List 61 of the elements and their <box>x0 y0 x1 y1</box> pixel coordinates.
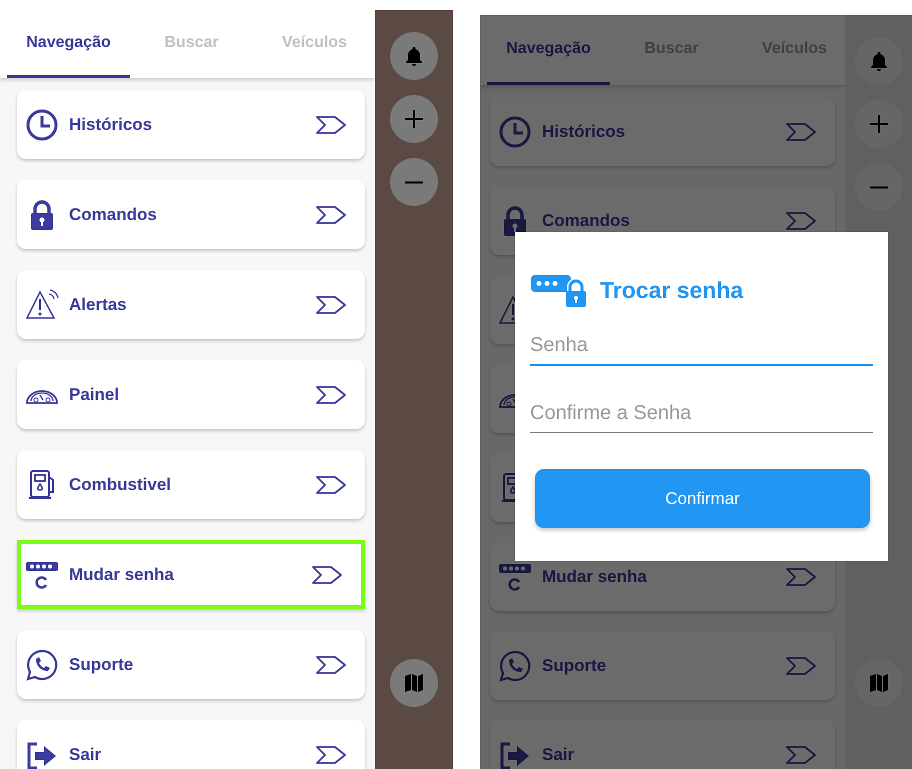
menu-item[interactable]: Históricos <box>490 97 835 166</box>
chevron-icon <box>315 474 347 494</box>
menu-label: Sair <box>542 744 576 766</box>
minus-icon <box>868 186 888 188</box>
password-field[interactable]: Senha <box>530 326 873 366</box>
map-type-button[interactable] <box>854 659 902 707</box>
chevron-icon <box>785 122 817 142</box>
menu-item[interactable]: Suporte <box>17 630 365 699</box>
tab[interactable]: Buscar <box>130 10 253 78</box>
menu-item[interactable]: Sair <box>490 720 835 769</box>
chevron-icon <box>315 654 347 674</box>
chevron-icon <box>315 294 347 314</box>
menu-item[interactable]: Sair <box>17 720 365 769</box>
notifications-button[interactable] <box>390 32 438 80</box>
menu-label: Alertas <box>69 294 128 316</box>
plus-icon <box>402 107 426 131</box>
confirm-button[interactable]: Confirmar <box>535 469 870 528</box>
chevron-icon <box>315 204 347 224</box>
chevron-icon <box>785 656 817 676</box>
password-field[interactable]: Confirme a Senha <box>530 394 873 433</box>
menu-label: Mudar senha <box>69 564 175 586</box>
menu-label: Mudar senha <box>542 566 648 588</box>
chevron-icon <box>315 114 347 134</box>
zoom-in-button[interactable] <box>854 100 902 148</box>
notifications-button[interactable] <box>854 37 902 85</box>
menu-item[interactable]: Mudar senha <box>17 540 365 609</box>
chat-phone-icon <box>25 648 59 682</box>
menu-label: Comandos <box>69 204 158 226</box>
menu-label: Sair <box>69 744 102 766</box>
map-icon <box>402 671 426 695</box>
menu-label: Suporte <box>542 654 608 677</box>
menu-label: Históricos <box>69 114 154 136</box>
chevron-icon <box>311 564 343 584</box>
zoom-out-button[interactable] <box>390 158 438 206</box>
tab[interactable]: Veículos <box>253 10 376 78</box>
menu-item[interactable]: Suporte <box>490 631 835 700</box>
chat-phone-icon <box>498 648 532 682</box>
minus-icon <box>404 180 424 184</box>
menu-item[interactable]: Comandos <box>17 180 365 249</box>
menu-item[interactable]: Painel <box>17 360 365 429</box>
menu-item[interactable]: Históricos <box>17 90 365 159</box>
chevron-icon <box>315 744 347 764</box>
warning-icon <box>25 288 59 322</box>
tab[interactable]: Navegação <box>7 10 130 78</box>
menu-label: Comandos <box>542 210 631 232</box>
dialog-title: Trocar senha <box>600 276 744 305</box>
menu-label: Painel <box>69 384 120 406</box>
menu-item[interactable]: Alertas <box>17 270 365 339</box>
chevron-icon <box>315 384 347 404</box>
menu-label: Históricos <box>542 120 626 143</box>
clock-icon <box>25 108 59 142</box>
menu-label: Suporte <box>69 654 134 676</box>
zoom-in-button[interactable] <box>390 95 438 143</box>
clock-icon <box>498 114 532 148</box>
tab[interactable]: Navegação <box>487 15 610 85</box>
menu-label: Combustivel <box>69 474 172 496</box>
menu-item[interactable]: Combustivel <box>17 450 365 519</box>
map-type-button[interactable] <box>390 659 438 707</box>
chevron-icon <box>785 744 817 764</box>
chevron-icon <box>785 566 817 586</box>
chevron-icon <box>785 210 817 230</box>
